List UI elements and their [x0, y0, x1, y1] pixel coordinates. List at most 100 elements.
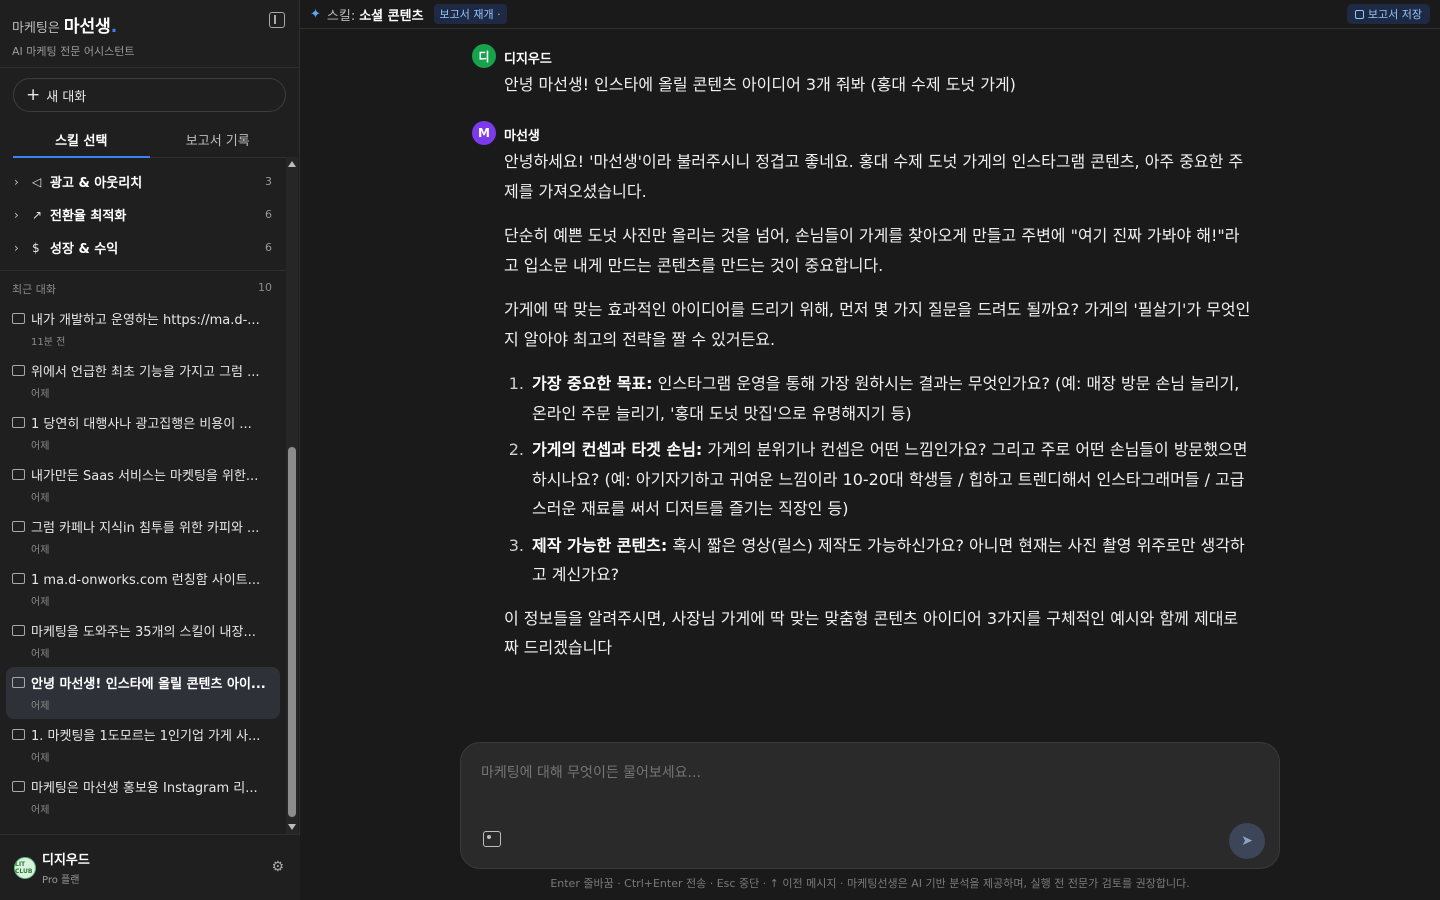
brand-name: 마선생 [63, 17, 111, 37]
list-item: 3. 제작 가능한 콘텐츠: 혹시 짧은 영상(릴스) 제작도 가능하신가요? … [504, 531, 1252, 590]
conversation-time: 어제 [31, 805, 50, 816]
message-paragraph: 안녕하세요! '마선생'이라 불러주시니 정겹고 좋네요. 홍대 수제 도넛 가… [504, 152, 1244, 201]
chat-bubble-icon [12, 365, 25, 376]
conversation-time: 어제 [31, 441, 50, 452]
image-upload-icon[interactable] [483, 831, 501, 847]
conversation-item[interactable]: 1 당연히 대행사나 광고집행은 비용이 ... 어제 [6, 407, 280, 459]
recent-label: 최근 대화 [12, 283, 56, 296]
gear-icon[interactable]: ⚙ [271, 859, 284, 875]
user-plan: Pro 플랜 [42, 875, 80, 886]
category-ads-outreach[interactable]: › ◁ 광고 & 아웃리치 3 [0, 165, 286, 198]
send-button[interactable]: ➤ [1229, 823, 1265, 859]
main-panel: ✦ 스킬: 소셜 콘텐츠 보고서 재개 · 보고서 저장 디 디지우드 안녕 마… [300, 0, 1440, 900]
scrollbar-thumb[interactable] [288, 447, 296, 817]
keyboard-hint: Enter 줄바꿈 · Ctrl+Enter 전송 · Esc 중단 · ↑ 이… [550, 877, 1190, 890]
conversation-item[interactable]: 마케팅은 마선생 홍보용 Instagram 리... 어제 [6, 771, 280, 823]
conversation-title: 1 당연히 대행사나 광고집행은 비용이 ... [31, 417, 252, 432]
new-chat-button[interactable]: + 새 대화 [13, 78, 286, 112]
conversation-time: 어제 [31, 649, 50, 660]
chat-bubble-icon [12, 677, 25, 688]
conversation-time: 어제 [31, 753, 50, 764]
category-label: 전환율 최적화 [50, 209, 127, 224]
trend-icon: ↗ [32, 207, 43, 222]
message-paragraph: 가게에 딱 맞는 효과적인 아이디어를 드리기 위해, 먼저 몇 가지 질문을 … [504, 300, 1251, 349]
question-list: 1. 가장 중요한 목표: 인스타그램 운영을 통해 가장 원하시는 결과는 무… [504, 369, 1252, 590]
user-profile[interactable]: LIT CLUB 디지우드 Pro 플랜 ⚙ [0, 834, 300, 900]
conversation-title: 내가 개발하고 운영하는 https://ma.d-... [31, 313, 260, 328]
category-label: 성장 & 수익 [50, 242, 119, 257]
dollar-icon: $ [32, 240, 40, 255]
conversation-item-active[interactable]: 안녕 마선생! 인스타에 올릴 콘텐츠 아이... 어제 [6, 667, 280, 719]
question-title: 제작 가능한 콘텐츠: [532, 535, 668, 555]
conversation-title: 마케팅을 도와주는 35개의 스킬이 내장... [31, 625, 256, 640]
brand-title: 마케팅은 마선생 . [12, 12, 287, 37]
message-input[interactable] [481, 765, 1181, 781]
category-count: 6 [265, 241, 272, 254]
conversation-item[interactable]: 1 ma.d-onworks.com 런칭함 사이트... 어제 [6, 563, 280, 615]
message-text: 안녕 마선생! 인스타에 올릴 콘텐츠 아이디어 3개 줘봐 (홍대 수제 도넛… [504, 75, 1016, 94]
scroll-up-icon[interactable] [288, 161, 296, 167]
category-label: 광고 & 아웃리치 [50, 176, 143, 191]
user-name: 디지우드 [42, 853, 90, 868]
report-resume-badge[interactable]: 보고서 재개 · [433, 4, 507, 24]
brand-prefix: 마케팅은 [12, 21, 60, 36]
avatar: LIT CLUB [14, 856, 36, 879]
message-sender: 마선생 [504, 129, 540, 144]
conversation-item[interactable]: 위에서 언급한 최초 기능을 가지고 그럼 ... 어제 [6, 355, 280, 407]
sidebar-collapse-icon[interactable] [269, 12, 285, 28]
conversation-title: 1. 마켓팅을 1도모르는 1인기업 가게 사... [31, 729, 261, 744]
chat-bubble-icon [12, 313, 25, 324]
message-sender: 디지우드 [504, 52, 552, 67]
assistant-message: M 마선생 안녕하세요! '마선생'이라 불러주시니 정겹고 좋네요. 홍대 수… [472, 121, 1252, 678]
send-icon: ➤ [1241, 833, 1253, 849]
save-icon [1354, 9, 1364, 19]
user-message: 디 디지우드 안녕 마선생! 인스타에 올릴 콘텐츠 아이디어 3개 줘봐 (홍… [472, 44, 1252, 99]
conversation-title: 마케팅은 마선생 홍보용 Instagram 리... [31, 781, 258, 796]
save-report-label: 보고서 저장 [1367, 8, 1422, 21]
brand-header: 마케팅은 마선생 . AI 마케팅 전문 어시스턴트 [0, 0, 299, 68]
chat-bubble-icon [12, 625, 25, 636]
conversation-title: 1 ma.d-onworks.com 런칭함 사이트... [31, 573, 261, 588]
category-count: 3 [265, 175, 272, 188]
chat-bubble-icon [12, 573, 25, 584]
user-avatar: 디 [472, 44, 496, 68]
conversation-item[interactable]: 그럼 카페나 지식in 침투를 위한 카피와 ... 어제 [6, 511, 280, 563]
message-paragraph: 이 정보들을 알려주시면, 사장님 가게에 딱 맞는 맞춤형 콘텐츠 아이디어 … [504, 608, 1239, 658]
conversation-time: 11분 전 [31, 337, 66, 348]
category-conversion[interactable]: › ↗ 전환율 최적화 6 [0, 198, 286, 231]
new-chat-label: 새 대화 [46, 89, 87, 105]
conversation-time: 어제 [31, 493, 50, 504]
save-report-button[interactable]: 보고서 저장 [1346, 4, 1430, 24]
user-info: 디지우드 Pro 플랜 [42, 849, 90, 886]
list-item: 2. 가게의 컨셉과 타겟 손님: 가게의 분위기나 컨셉은 어떤 느낌인가요?… [504, 435, 1252, 524]
tab-report-history[interactable]: 보고서 기록 [150, 122, 287, 157]
conversation-item[interactable]: 마케팅을 도와주는 35개의 스킬이 내장... 어제 [6, 615, 280, 667]
megaphone-icon: ◁ [32, 174, 42, 189]
conversation-item[interactable]: 1. 마켓팅을 1도모르는 1인기업 가게 사... 어제 [6, 719, 280, 771]
question-title: 가장 중요한 목표: [532, 374, 653, 393]
conversation-time: 어제 [31, 701, 50, 712]
chevron-right-icon: › [14, 240, 19, 255]
brand-dot: . [110, 17, 118, 37]
skill-name: 소셜 콘텐츠 [359, 8, 424, 24]
scroll-down-icon[interactable] [288, 824, 296, 830]
list-number: 2. [508, 440, 524, 459]
recent-header: 최근 대화 10 [0, 271, 286, 303]
assistant-avatar: M [472, 121, 496, 145]
chat-bubble-icon [12, 729, 25, 740]
sidebar-scrollbar[interactable] [286, 157, 298, 834]
conversation-time: 어제 [31, 545, 50, 556]
conversation-title: 내가만든 Saas 서비스는 마켓팅을 위한... [31, 469, 259, 484]
chat-bubble-icon [12, 521, 25, 532]
category-count: 6 [265, 208, 272, 221]
question-title: 가게의 컨셉과 타겟 손님: [532, 440, 703, 459]
chat-bubble-icon [12, 781, 25, 792]
conversation-item[interactable]: 내가만든 Saas 서비스는 마켓팅을 위한... 어제 [6, 459, 280, 511]
sparkle-icon: ✦ [310, 6, 321, 22]
tab-skill-select[interactable]: 스킬 선택 [13, 122, 150, 158]
brand-subtitle: AI 마케팅 전문 어시스턴트 [12, 45, 135, 58]
conversation-item[interactable]: 내가 개발하고 운영하는 https://ma.d-... 11분 전 [6, 303, 280, 355]
sidebar-tabs: 스킬 선택 보고서 기록 [13, 122, 286, 158]
list-number: 3. [508, 535, 524, 555]
category-growth[interactable]: › $ 성장 & 수익 6 [0, 231, 286, 264]
